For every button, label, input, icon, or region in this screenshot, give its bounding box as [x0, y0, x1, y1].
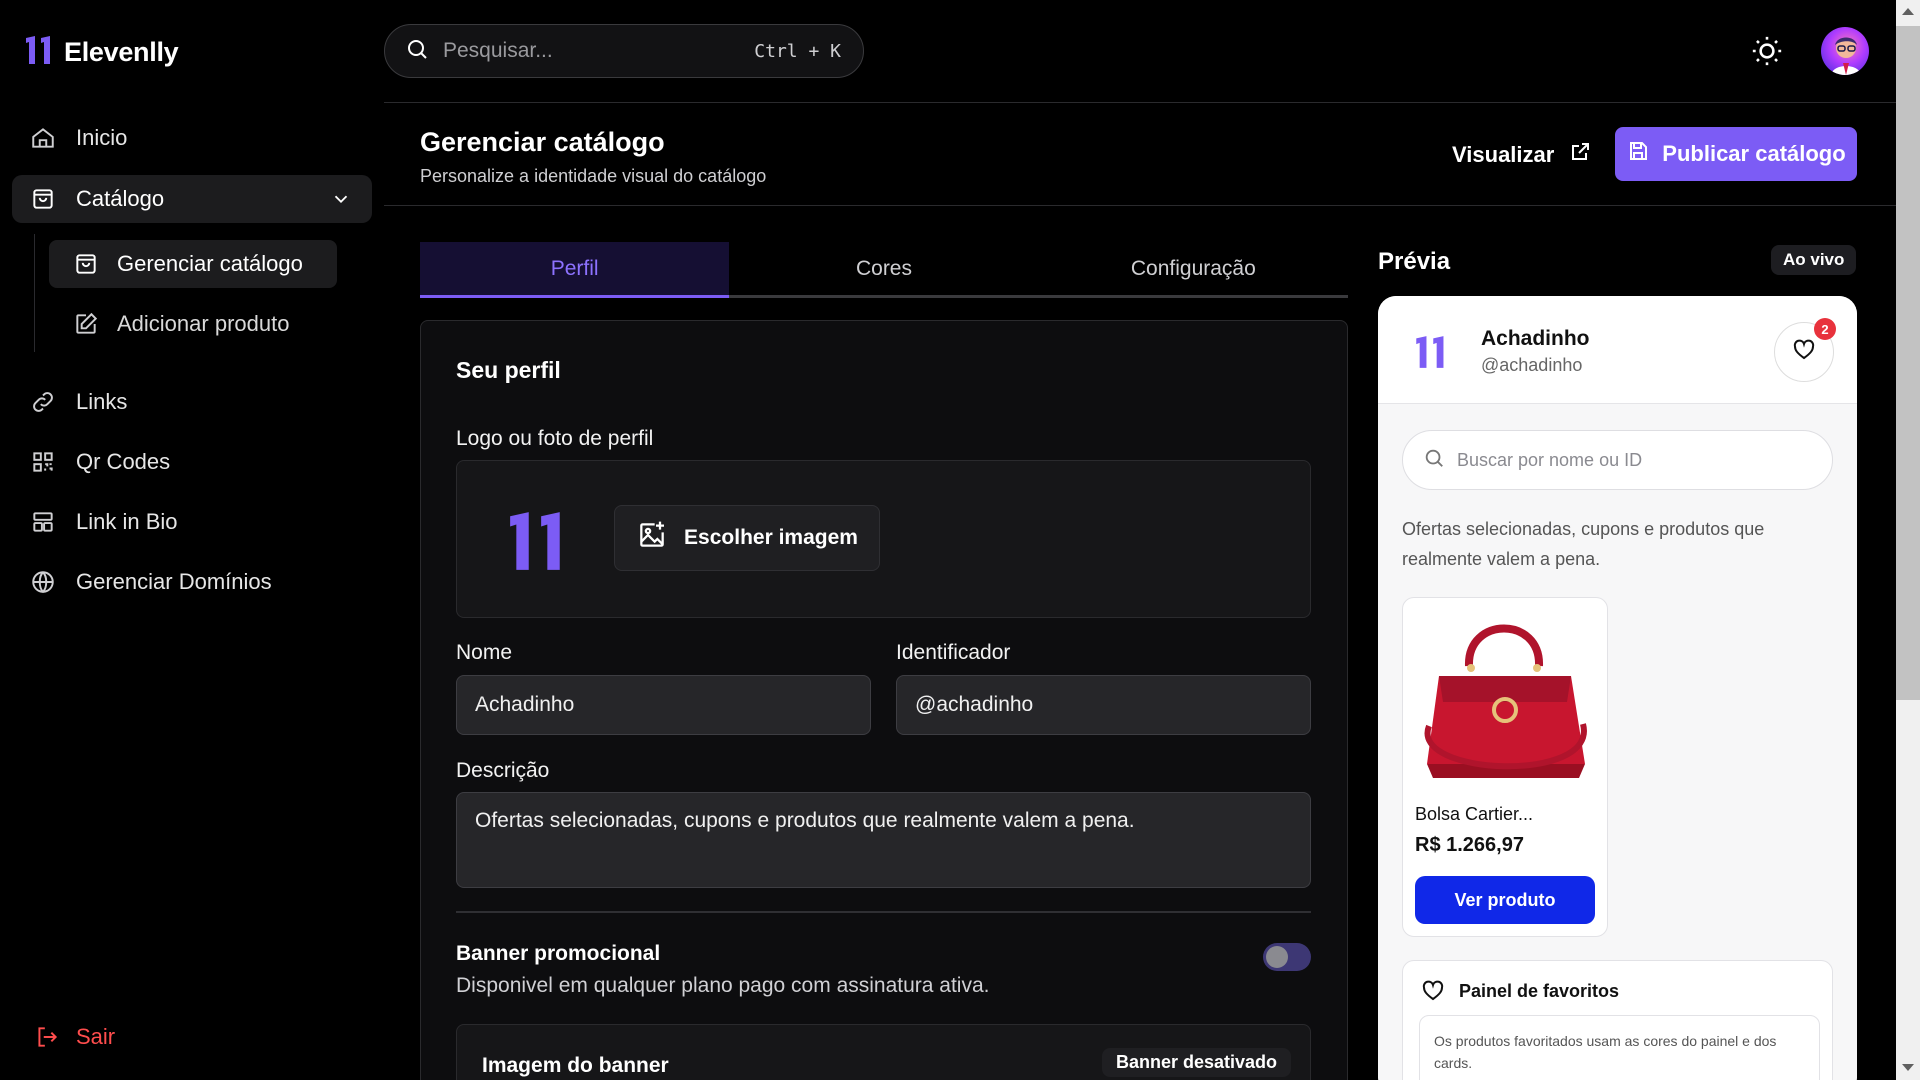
tabs: Perfil Cores Configuração — [420, 242, 1348, 298]
external-link-icon — [1568, 140, 1592, 170]
logout-button[interactable]: Sair — [34, 1024, 115, 1050]
edit-icon — [73, 311, 99, 337]
product-name: Bolsa Cartier... — [1415, 804, 1534, 824]
view-button[interactable]: Visualizar — [1452, 140, 1592, 170]
sidebar-item-label: Gerenciar Domínios — [76, 569, 272, 594]
section-title: Seu perfil — [456, 357, 561, 383]
shopping-bag-icon — [30, 186, 56, 212]
sidebar-item-label: Inicio — [76, 125, 128, 150]
home-icon — [30, 125, 56, 151]
profile-logo-image — [506, 505, 568, 582]
name-field[interactable]: Achadinho — [456, 675, 871, 735]
theme-toggle-sun-icon[interactable] — [1750, 34, 1784, 68]
banner-toggle[interactable] — [1263, 943, 1311, 971]
identifier-label: Identificador — [896, 641, 1011, 664]
brand-logo-icon — [24, 34, 54, 71]
submenu-line — [34, 234, 35, 352]
product-card[interactable]: Bolsa Cartier... R$ 1.266,97 Ver produto — [1402, 597, 1608, 937]
sidebar-item-qr-codes[interactable]: Qr Codes — [12, 438, 372, 486]
sidebar-item-label: Link in Bio — [76, 509, 178, 534]
heart-icon — [1792, 338, 1816, 367]
favorites-panel-note: Os produtos favoritados usam as cores do… — [1419, 1015, 1820, 1080]
name-label: Nome — [456, 641, 513, 664]
store-logo-icon — [1414, 332, 1448, 377]
view-button-label: Visualizar — [1452, 142, 1555, 167]
brand[interactable]: Elevenlly — [24, 34, 179, 71]
header-divider — [384, 205, 1896, 206]
shopping-bag-icon — [73, 251, 99, 277]
preview-header: Achadinho @achadinho 2 — [1378, 296, 1857, 404]
layout-icon — [30, 509, 56, 535]
sidebar-item-label: Catálogo — [76, 186, 165, 211]
globe-icon — [30, 569, 56, 595]
live-badge: Ao vivo — [1771, 245, 1857, 275]
product-price: R$ 1.266,97 — [1415, 834, 1524, 856]
image-plus-icon — [636, 519, 668, 557]
form-divider — [456, 911, 1311, 913]
scroll-down-arrow-icon[interactable] — [1902, 1064, 1914, 1071]
sidebar-subitem-adicionar-produto[interactable]: Adicionar produto — [49, 300, 337, 348]
logo-upload-box — [456, 460, 1311, 618]
sidebar-item-label: Links — [76, 389, 128, 414]
preview-description: Ofertas selecionadas, cupons e produtos … — [1402, 519, 1765, 569]
tab-perfil[interactable]: Perfil — [420, 242, 730, 298]
sidebar-item-label: Qr Codes — [76, 449, 171, 474]
publish-catalog-button[interactable]: Publicar catálogo — [1615, 127, 1857, 181]
banner-title: Banner promocional — [456, 942, 661, 965]
banner-subtitle: Disponivel em qualquer plano pago com as… — [456, 974, 990, 997]
preview-title: Prévia — [1378, 248, 1451, 275]
store-name: Achadinho — [1481, 327, 1590, 350]
sidebar-subitem-label: Adicionar produto — [117, 311, 290, 336]
tab-configuracao[interactable]: Configuração — [1039, 242, 1348, 295]
scrollbar-thumb[interactable] — [1896, 26, 1920, 700]
sidebar-item-link-in-bio[interactable]: Link in Bio — [12, 498, 372, 546]
product-image — [1409, 606, 1601, 788]
heart-icon — [1421, 979, 1445, 1008]
search-icon — [405, 37, 429, 66]
tab-cores[interactable]: Cores — [729, 242, 1038, 295]
search-input[interactable]: Pesquisar... Ctrl + K — [384, 24, 864, 78]
app-root: Elevenlly Inicio Catálogo Gerenciar catá… — [0, 0, 1920, 1080]
chevron-down-icon — [330, 188, 352, 216]
preview-search-placeholder: Buscar por nome ou ID — [1457, 449, 1643, 470]
scroll-up-arrow-icon[interactable] — [1902, 8, 1914, 15]
sidebar-subitem-gerenciar-catalogo[interactable]: Gerenciar catálogo — [49, 240, 337, 288]
logout-label: Sair — [76, 1024, 116, 1049]
brand-name: Elevenlly — [64, 37, 179, 67]
identifier-field[interactable]: @achadinho — [896, 675, 1311, 735]
favorites-panel-title: Painel de favoritos — [1459, 981, 1620, 1001]
publish-label: Publicar catálogo — [1662, 141, 1846, 166]
link-icon — [30, 389, 56, 415]
banner-image-label: Imagem do banner — [482, 1054, 669, 1077]
description-field[interactable]: Ofertas selecionadas, cupons e produtos … — [456, 792, 1311, 888]
favorites-panel: Painel de favoritos Os produtos favorita… — [1402, 960, 1833, 1080]
choose-image-button[interactable]: Escolher imagem — [614, 505, 880, 571]
store-handle: @achadinho — [1481, 355, 1583, 375]
search-placeholder: Pesquisar... — [443, 39, 553, 62]
search-shortcut: Ctrl + K — [754, 40, 841, 62]
favorites-count-badge: 2 — [1814, 318, 1836, 340]
sidebar-item-links[interactable]: Links — [12, 378, 372, 426]
banner-status-badge: Banner desativado — [1102, 1048, 1292, 1077]
preview-frame: Achadinho @achadinho 2 Buscar por nome o… — [1378, 296, 1857, 1080]
save-icon — [1626, 139, 1650, 169]
page-subtitle: Personalize a identidade visual do catál… — [420, 166, 767, 186]
sidebar: Elevenlly Inicio Catálogo Gerenciar catá… — [0, 0, 384, 1080]
sidebar-item-catalogo[interactable]: Catálogo — [12, 175, 372, 223]
page-title: Gerenciar catálogo — [420, 127, 665, 157]
description-label: Descrição — [456, 759, 550, 782]
choose-image-label: Escolher imagem — [684, 526, 858, 549]
preview-search-input[interactable]: Buscar por nome ou ID — [1402, 430, 1833, 490]
view-product-button[interactable]: Ver produto — [1415, 876, 1595, 924]
logout-icon — [34, 1024, 60, 1050]
logo-label: Logo ou foto de perfil — [456, 427, 654, 450]
qr-code-icon — [30, 449, 56, 475]
topbar-divider — [384, 102, 1896, 103]
sidebar-item-inicio[interactable]: Inicio — [12, 114, 372, 162]
search-icon — [1423, 447, 1445, 474]
sidebar-item-gerenciar-dominios[interactable]: Gerenciar Domínios — [12, 558, 372, 606]
avatar[interactable] — [1821, 27, 1869, 75]
sidebar-subitem-label: Gerenciar catálogo — [117, 251, 303, 276]
